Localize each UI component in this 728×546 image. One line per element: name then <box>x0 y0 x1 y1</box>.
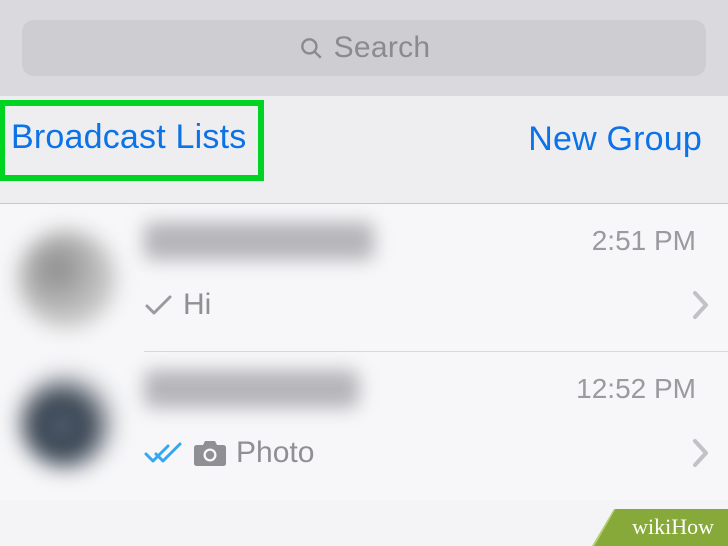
broadcast-lists-link[interactable]: Broadcast Lists <box>11 118 246 156</box>
message-text: Hi <box>183 288 211 322</box>
search-bar-container: Search <box>0 0 728 96</box>
check-single-icon <box>144 293 174 317</box>
message-preview: Hi <box>144 288 211 322</box>
contact-name-blurred <box>144 370 359 408</box>
contact-name-blurred <box>144 222 374 260</box>
chat-time: 12:52 PM <box>576 373 696 405</box>
search-placeholder: Search <box>334 31 431 65</box>
camera-icon <box>193 439 227 467</box>
chat-list-header-links: Broadcast Lists New Group <box>0 96 728 204</box>
message-text: Photo <box>236 436 314 470</box>
chat-content: 2:51 PM Hi <box>144 222 728 352</box>
broadcast-lists-highlight: Broadcast Lists <box>0 100 264 181</box>
check-double-read-icon <box>144 441 184 465</box>
chat-content: 12:52 PM <box>144 370 728 500</box>
avatar <box>18 230 116 328</box>
wikihow-watermark: wikiHow <box>592 509 728 546</box>
search-input[interactable]: Search <box>22 20 706 76</box>
chat-time: 2:51 PM <box>592 225 696 257</box>
message-preview: Photo <box>144 436 314 470</box>
chevron-right-icon <box>692 438 710 468</box>
chat-row[interactable]: 12:52 PM <box>0 352 728 500</box>
chat-row[interactable]: 2:51 PM Hi <box>0 204 728 352</box>
avatar <box>18 372 116 470</box>
search-icon <box>298 35 324 61</box>
chevron-right-icon <box>692 290 710 320</box>
chat-list: 2:51 PM Hi <box>0 204 728 500</box>
new-group-link[interactable]: New Group <box>528 106 708 159</box>
